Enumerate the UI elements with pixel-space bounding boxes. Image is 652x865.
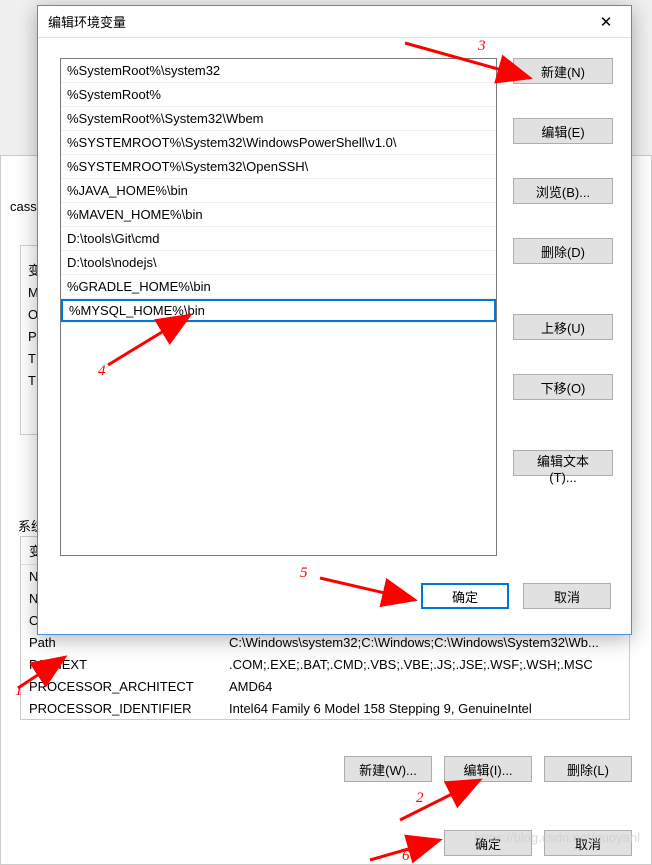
title-bar[interactable]: 编辑环境变量 ✕ — [38, 6, 631, 38]
cancel-button[interactable]: 取消 — [523, 583, 611, 609]
list-item[interactable]: %SystemRoot% — [61, 83, 496, 107]
dialog-title: 编辑环境变量 — [48, 12, 126, 31]
list-item[interactable]: %SystemRoot%\system32 — [61, 59, 496, 83]
list-item[interactable]: %SYSTEMROOT%\System32\OpenSSH\ — [61, 155, 496, 179]
list-item[interactable]: %JAVA_HOME%\bin — [61, 179, 496, 203]
edit-button[interactable]: 编辑(E) — [513, 118, 613, 144]
table-row[interactable]: PROCESSOR_IDENTIFIERIntel64 Family 6 Mod… — [21, 697, 629, 719]
list-item[interactable]: %GRADLE_HOME%\bin — [61, 275, 496, 299]
close-icon: ✕ — [600, 13, 613, 31]
edit-text-button[interactable]: 编辑文本(T)... — [513, 450, 613, 476]
sys-new-button[interactable]: 新建(W)... — [344, 756, 432, 782]
list-item[interactable]: D:\tools\Git\cmd — [61, 227, 496, 251]
sys-delete-button[interactable]: 删除(L) — [544, 756, 632, 782]
ok-button[interactable]: 确定 — [421, 583, 509, 609]
close-button[interactable]: ✕ — [585, 8, 627, 36]
table-row[interactable]: PROCESSOR_ARCHITECTAMD64 — [21, 675, 629, 697]
list-item[interactable]: %SystemRoot%\System32\Wbem — [61, 107, 496, 131]
new-button[interactable]: 新建(N) — [513, 58, 613, 84]
move-down-button[interactable]: 下移(O) — [513, 374, 613, 400]
watermark: https://blog.csdn.net/guoyanl — [474, 830, 640, 845]
list-item[interactable]: D:\tools\nodejs\ — [61, 251, 496, 275]
move-up-button[interactable]: 上移(U) — [513, 314, 613, 340]
table-row[interactable]: PATHEXT.COM;.EXE;.BAT;.CMD;.VBS;.VBE;.JS… — [21, 653, 629, 675]
delete-button[interactable]: 删除(D) — [513, 238, 613, 264]
browse-button[interactable]: 浏览(B)... — [513, 178, 613, 204]
path-list[interactable]: %SystemRoot%\system32 %SystemRoot% %Syst… — [60, 58, 497, 556]
sys-edit-button[interactable]: 编辑(I)... — [444, 756, 532, 782]
edit-env-var-dialog: 编辑环境变量 ✕ %SystemRoot%\system32 %SystemRo… — [37, 5, 632, 635]
list-item[interactable]: %MAVEN_HOME%\bin — [61, 203, 496, 227]
path-edit-input[interactable] — [61, 299, 496, 322]
bg-cass-label: cass — [10, 199, 37, 214]
list-item-editing[interactable] — [61, 299, 496, 323]
list-item[interactable]: %SYSTEMROOT%\System32\WindowsPowerShell\… — [61, 131, 496, 155]
